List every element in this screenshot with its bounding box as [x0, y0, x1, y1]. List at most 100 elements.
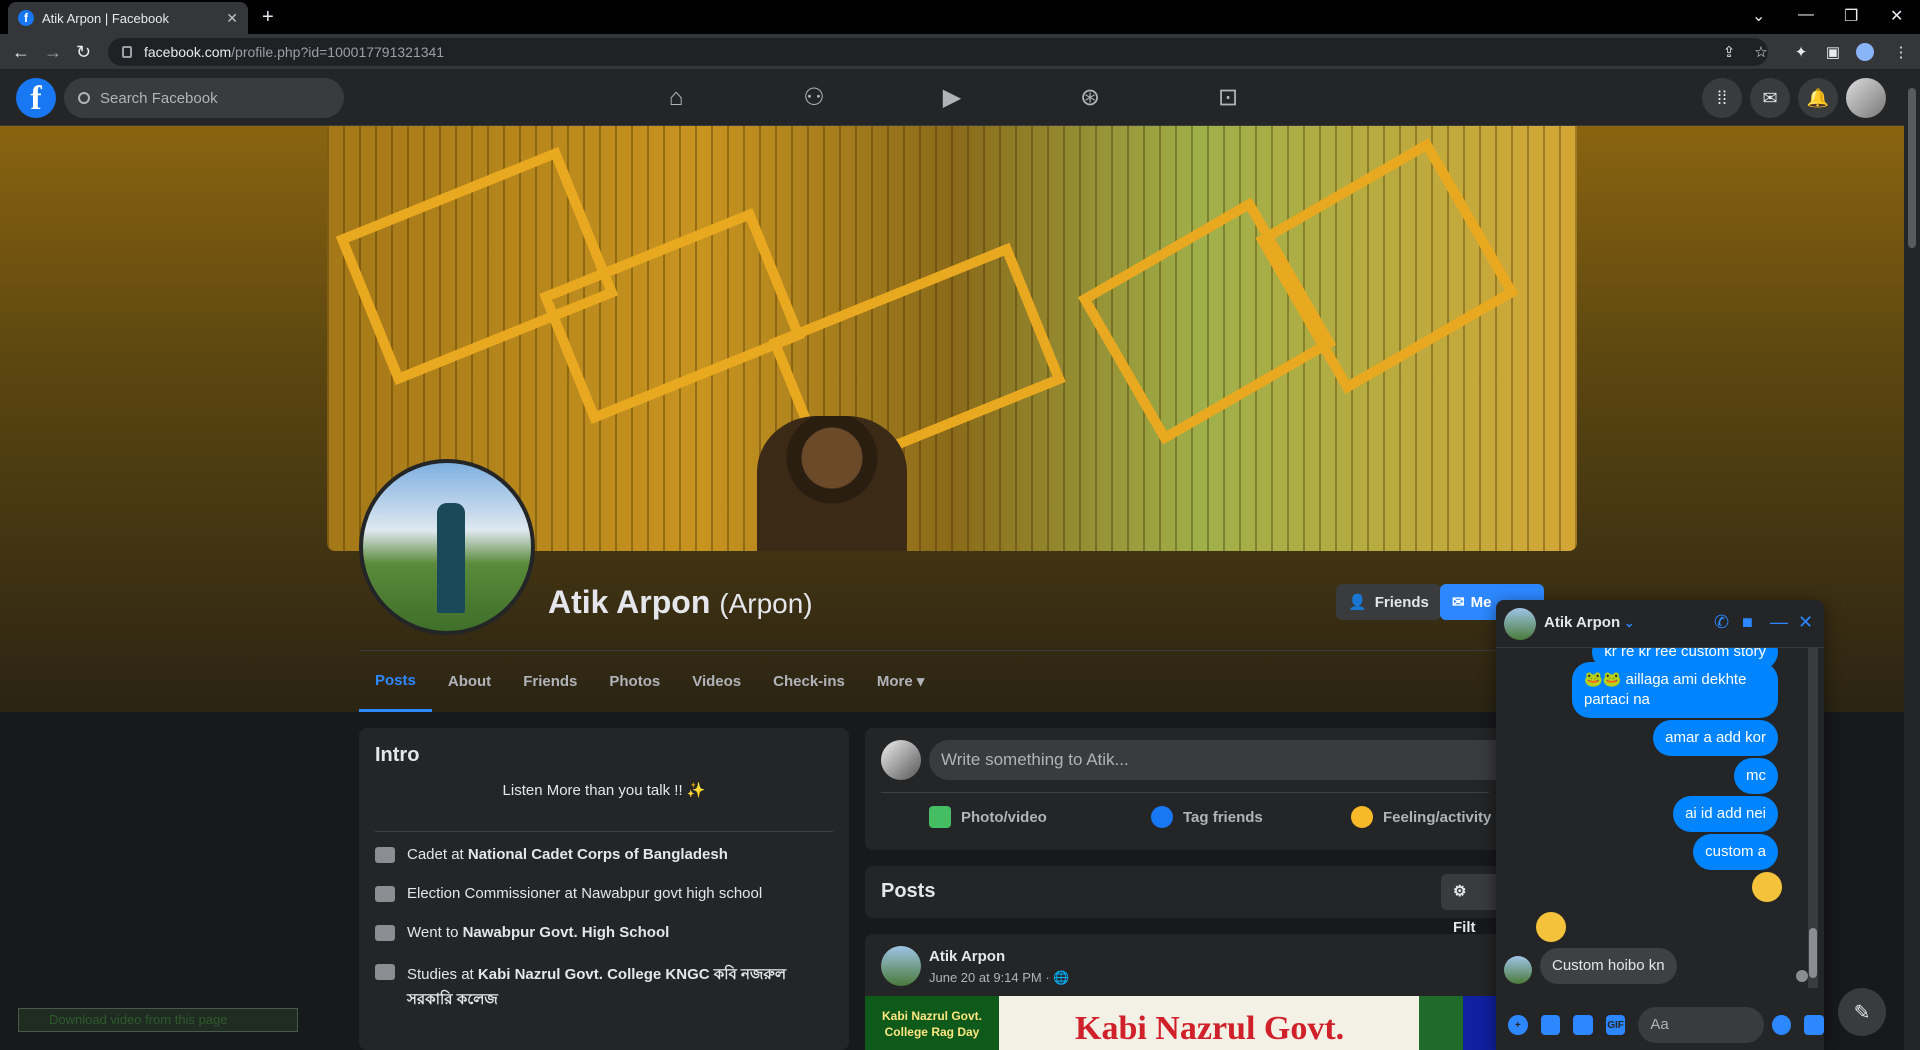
page-scrollbar-thumb[interactable]: [1908, 88, 1916, 248]
notifications-icon[interactable]: 🔔: [1798, 78, 1838, 118]
profile-tabs: Posts About Friends Photos Videos Check-…: [359, 652, 940, 712]
add-plus-icon[interactable]: +: [1508, 1015, 1528, 1035]
photo-icon: [929, 806, 951, 828]
intro-item: Election Commissioner at Nawabpur govt h…: [375, 885, 833, 902]
post-timestamp[interactable]: June 20 at 9:14 PM ·: [929, 970, 1053, 985]
profile-picture[interactable]: [359, 459, 535, 635]
side-panel-icon[interactable]: ▣: [1824, 43, 1842, 61]
profile-name: Atik Arpon (Arpon): [548, 584, 813, 621]
back-button[interactable]: ←: [12, 42, 30, 63]
profile-nickname: (Arpon): [719, 588, 813, 619]
tag-friends-icon: [1151, 806, 1173, 828]
reload-button[interactable]: ↻: [76, 42, 91, 63]
share-icon[interactable]: ⇪: [1720, 43, 1738, 61]
url-field[interactable]: facebook.com/profile.php?id=100017791321…: [108, 38, 1768, 66]
video-call-icon[interactable]: ■: [1742, 612, 1753, 633]
browser-tab[interactable]: f Atik Arpon | Facebook ✕: [8, 2, 248, 34]
messenger-icon[interactable]: ✉: [1750, 78, 1790, 118]
composer-input[interactable]: Write something to Atik...: [929, 740, 1519, 780]
post-image[interactable]: Kabi Nazrul Govt. College Rag Day Kabi N…: [865, 996, 1505, 1050]
close-chat-icon[interactable]: ✕: [1798, 612, 1813, 633]
maximize-button[interactable]: ❐: [1844, 6, 1858, 26]
minimize-button[interactable]: —: [1798, 6, 1814, 24]
facebook-favicon-icon: f: [18, 10, 34, 26]
tab-photos[interactable]: Photos: [593, 652, 676, 712]
tab-posts[interactable]: Posts: [359, 652, 432, 712]
photo-video-button[interactable]: Photo/video: [929, 806, 1047, 828]
home-icon[interactable]: ⌂: [660, 82, 692, 114]
chat-message-sent: 🐸🐸 aillaga ami dekhte partaci na: [1572, 662, 1778, 718]
profile-avatar-icon[interactable]: [1856, 43, 1874, 61]
seen-avatar-icon: [1796, 970, 1808, 982]
thumbs-up-icon[interactable]: [1804, 1015, 1824, 1035]
post-card: Atik Arpon June 20 at 9:14 PM · 🌐 Kabi N…: [865, 934, 1505, 1050]
intro-card: Intro Listen More than you talk !! ✨ Cad…: [359, 728, 849, 1050]
briefcase-icon: [375, 886, 395, 902]
search-input[interactable]: Search Facebook: [64, 78, 344, 118]
new-message-button[interactable]: ✎: [1838, 988, 1886, 1036]
message-button-label: Me: [1470, 593, 1492, 611]
intro-item: Went to Nawabpur Govt. High School: [375, 924, 833, 941]
emoji-picker-icon[interactable]: [1771, 1015, 1792, 1035]
tab-about[interactable]: About: [432, 652, 507, 712]
tab-search-icon[interactable]: ⌄: [1752, 6, 1765, 26]
chat-window: Atik Arpon ⌄ ✆ ■ — ✕ kr re kr ree custom…: [1496, 600, 1824, 1050]
chat-message-sent: ai id add nei: [1673, 796, 1778, 832]
post-author-avatar[interactable]: [881, 946, 921, 986]
chevron-down-icon: ⌄: [1624, 616, 1635, 630]
page-scrollbar[interactable]: [1904, 70, 1920, 1050]
search-placeholder: Search Facebook: [100, 89, 218, 107]
feeling-activity-button[interactable]: Feeling/activity: [1351, 806, 1491, 828]
url-path: /profile.php?id=100017791321341: [231, 44, 445, 60]
post-author-name[interactable]: Atik Arpon: [929, 948, 1005, 965]
new-tab-button[interactable]: +: [262, 6, 274, 29]
close-tab-icon[interactable]: ✕: [226, 10, 238, 27]
chat-scrollbar-thumb[interactable]: [1809, 928, 1817, 978]
graduation-cap-icon: [375, 964, 395, 980]
posts-header: Posts ⚙ Filt: [865, 866, 1505, 936]
tab-check-ins[interactable]: Check-ins: [757, 652, 861, 712]
tab-more[interactable]: More ▾: [861, 652, 941, 712]
eye-roll-emoji-icon: [1536, 912, 1566, 942]
composer-avatar: [881, 740, 921, 780]
facebook-logo[interactable]: f: [16, 78, 56, 118]
facebook-navbar: f Search Facebook ⌂ ⚇ ▶ ⊛ ⊡ ⁞⁞ ✉ 🔔: [0, 70, 1904, 126]
chat-header[interactable]: Atik Arpon ⌄ ✆ ■ — ✕: [1496, 600, 1824, 648]
voice-call-icon[interactable]: ✆: [1714, 612, 1729, 633]
forward-button[interactable]: →: [44, 42, 62, 63]
profile-name-text: Atik Arpon: [548, 584, 711, 620]
account-avatar[interactable]: [1846, 78, 1886, 118]
intro-item-text: Election Commissioner at Nawabpur govt h…: [407, 885, 763, 902]
browser-menu-icon[interactable]: ⋮: [1892, 43, 1910, 61]
chat-photo-icon[interactable]: [1540, 1015, 1561, 1035]
download-video-extension-bar[interactable]: Download video from this page: [18, 1008, 298, 1032]
intro-item: Studies at Kabi Nazrul Govt. College KNG…: [375, 963, 833, 1013]
chat-messages: kr re kr ree custom story 🐸🐸 aillaga ami…: [1496, 648, 1816, 994]
menu-grid-icon[interactable]: ⁞⁞: [1702, 78, 1742, 118]
chat-message-received: Custom hoibo kn: [1540, 948, 1677, 984]
bookmark-star-icon[interactable]: ☆: [1752, 43, 1770, 61]
chat-scrollbar[interactable]: [1808, 648, 1818, 988]
cover-photo[interactable]: [327, 126, 1577, 551]
tag-friends-button[interactable]: Tag friends: [1151, 806, 1263, 828]
chat-input[interactable]: Aa: [1638, 1007, 1764, 1043]
watch-icon[interactable]: ▶: [936, 82, 968, 114]
gaming-icon[interactable]: ⊡: [1212, 82, 1244, 114]
gif-icon[interactable]: GIF: [1605, 1015, 1626, 1035]
minimize-chat-icon[interactable]: —: [1770, 612, 1788, 633]
chat-contact-name[interactable]: Atik Arpon ⌄: [1544, 614, 1634, 631]
chat-message-sent: mc: [1734, 758, 1778, 794]
browser-tabbar: f Atik Arpon | Facebook ✕ + ⌄ — ❐ ✕: [0, 0, 1920, 34]
groups-icon[interactable]: ⊛: [1074, 82, 1106, 114]
close-window-button[interactable]: ✕: [1890, 6, 1903, 26]
tab-videos[interactable]: Videos: [676, 652, 757, 712]
friends-icon[interactable]: ⚇: [798, 82, 830, 114]
intro-item-link[interactable]: Nawabpur Govt. High School: [463, 924, 670, 941]
extensions-icon[interactable]: ✦: [1792, 43, 1810, 61]
intro-item-link[interactable]: National Cadet Corps of Bangladesh: [468, 846, 728, 863]
messenger-button-icon: ✉: [1452, 594, 1465, 611]
tab-friends[interactable]: Friends: [507, 652, 593, 712]
friends-button[interactable]: 👤 Friends: [1336, 584, 1441, 620]
sticker-icon[interactable]: [1573, 1015, 1593, 1035]
intro-item: Cadet at National Cadet Corps of Banglad…: [375, 846, 833, 863]
